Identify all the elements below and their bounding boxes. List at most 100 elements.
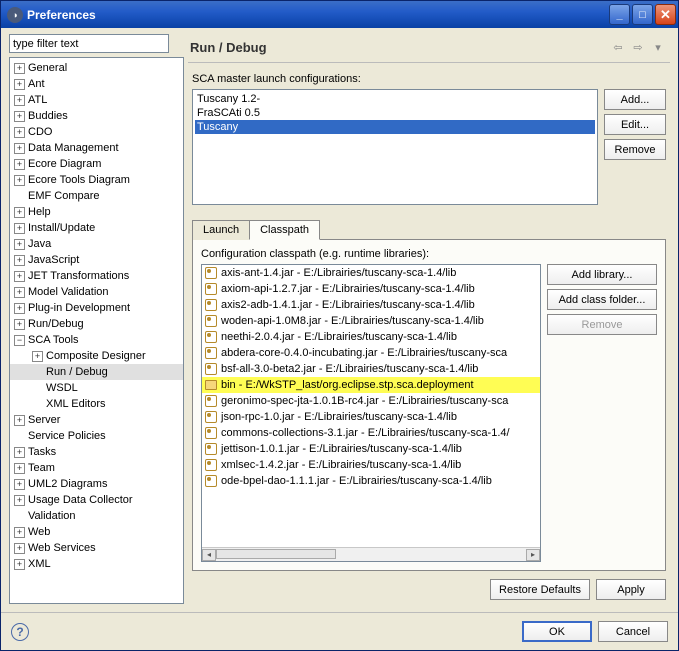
preferences-tree[interactable]: +General+Ant+ATL+Buddies+CDO+Data Manage… bbox=[9, 57, 184, 604]
add-library-button[interactable]: Add library... bbox=[547, 264, 657, 285]
classpath-item[interactable]: ode-bpel-dao-1.1.1.jar - E:/Librairies/t… bbox=[202, 473, 540, 489]
expand-icon[interactable]: + bbox=[14, 175, 25, 186]
classpath-item[interactable]: neethi-2.0.4.jar - E:/Librairies/tuscany… bbox=[202, 329, 540, 345]
edit-button[interactable]: Edit... bbox=[604, 114, 666, 135]
classpath-item[interactable]: xmlsec-1.4.2.jar - E:/Librairies/tuscany… bbox=[202, 457, 540, 473]
add-button[interactable]: Add... bbox=[604, 89, 666, 110]
tree-item[interactable]: +General bbox=[10, 60, 183, 76]
tree-item[interactable]: +CDO bbox=[10, 124, 183, 140]
tree-item[interactable]: +Ecore Tools Diagram bbox=[10, 172, 183, 188]
tree-item[interactable]: +UML2 Diagrams bbox=[10, 476, 183, 492]
expand-icon[interactable]: + bbox=[14, 127, 25, 138]
tree-item[interactable]: +ATL bbox=[10, 92, 183, 108]
scrollbar-thumb[interactable] bbox=[216, 549, 336, 559]
tree-item[interactable]: +Run/Debug bbox=[10, 316, 183, 332]
add-class-folder-button[interactable]: Add class folder... bbox=[547, 289, 657, 310]
expand-icon[interactable]: + bbox=[14, 159, 25, 170]
menu-icon[interactable]: ▾ bbox=[648, 38, 668, 56]
classpath-item[interactable]: json-rpc-1.0.jar - E:/Librairies/tuscany… bbox=[202, 409, 540, 425]
filter-input[interactable] bbox=[9, 34, 169, 53]
cancel-button[interactable]: Cancel bbox=[598, 621, 668, 642]
expand-icon[interactable]: + bbox=[14, 271, 25, 282]
close-button[interactable]: ✕ bbox=[655, 4, 676, 25]
classpath-item[interactable]: axis2-adb-1.4.1.jar - E:/Librairies/tusc… bbox=[202, 297, 540, 313]
expand-icon[interactable]: + bbox=[14, 463, 25, 474]
tree-item[interactable]: +Server bbox=[10, 412, 183, 428]
classpath-item[interactable]: bin - E:/WkSTP_last/org.eclipse.stp.sca.… bbox=[202, 377, 540, 393]
expand-icon[interactable]: + bbox=[14, 63, 25, 74]
expand-icon[interactable]: + bbox=[14, 223, 25, 234]
expand-icon[interactable]: + bbox=[14, 543, 25, 554]
help-icon[interactable]: ? bbox=[11, 623, 29, 641]
tree-item[interactable]: +JET Transformations bbox=[10, 268, 183, 284]
tree-item[interactable]: +Ant bbox=[10, 76, 183, 92]
tree-item[interactable]: +Team bbox=[10, 460, 183, 476]
restore-defaults-button[interactable]: Restore Defaults bbox=[490, 579, 590, 600]
forward-icon[interactable]: ⇨ bbox=[628, 38, 648, 56]
configs-list[interactable]: Tuscany 1.2-FraSCAti 0.5Tuscany bbox=[192, 89, 598, 205]
tree-item[interactable]: Validation bbox=[10, 508, 183, 524]
classpath-item[interactable]: bsf-all-3.0-beta2.jar - E:/Librairies/tu… bbox=[202, 361, 540, 377]
maximize-button[interactable]: □ bbox=[632, 4, 653, 25]
tree-item[interactable]: +Data Management bbox=[10, 140, 183, 156]
expand-icon[interactable]: + bbox=[14, 495, 25, 506]
expand-icon[interactable]: + bbox=[14, 111, 25, 122]
expand-icon[interactable]: + bbox=[14, 319, 25, 330]
tree-item[interactable]: +Install/Update bbox=[10, 220, 183, 236]
expand-icon[interactable]: + bbox=[14, 527, 25, 538]
tree-item[interactable]: +JavaScript bbox=[10, 252, 183, 268]
tree-item[interactable]: Run / Debug bbox=[10, 364, 183, 380]
tree-item[interactable]: +Ecore Diagram bbox=[10, 156, 183, 172]
tree-item[interactable]: +Plug-in Development bbox=[10, 300, 183, 316]
tree-item[interactable]: +Buddies bbox=[10, 108, 183, 124]
expand-icon[interactable]: + bbox=[14, 239, 25, 250]
classpath-item[interactable]: geronimo-spec-jta-1.0.1B-rc4.jar - E:/Li… bbox=[202, 393, 540, 409]
classpath-item[interactable]: jettison-1.0.1.jar - E:/Librairies/tusca… bbox=[202, 441, 540, 457]
config-item[interactable]: FraSCAti 0.5 bbox=[195, 106, 595, 120]
classpath-item[interactable]: commons-collections-3.1.jar - E:/Librair… bbox=[202, 425, 540, 441]
tree-item[interactable]: +Model Validation bbox=[10, 284, 183, 300]
expand-icon[interactable]: + bbox=[14, 255, 25, 266]
tree-item[interactable]: +Usage Data Collector bbox=[10, 492, 183, 508]
expand-icon[interactable]: + bbox=[14, 479, 25, 490]
horizontal-scrollbar[interactable]: ◂ ▸ bbox=[202, 547, 540, 561]
config-item[interactable]: Tuscany 1.2- bbox=[195, 92, 595, 106]
tree-item[interactable]: Service Policies bbox=[10, 428, 183, 444]
ok-button[interactable]: OK bbox=[522, 621, 592, 642]
minimize-button[interactable]: _ bbox=[609, 4, 630, 25]
expand-icon[interactable]: + bbox=[14, 303, 25, 314]
tree-item[interactable]: +Java bbox=[10, 236, 183, 252]
tree-item[interactable]: +Tasks bbox=[10, 444, 183, 460]
classpath-item[interactable]: axis-ant-1.4.jar - E:/Librairies/tuscany… bbox=[202, 265, 540, 281]
expand-icon[interactable]: + bbox=[14, 95, 25, 106]
tree-item[interactable]: XML Editors bbox=[10, 396, 183, 412]
tree-item[interactable]: +Web Services bbox=[10, 540, 183, 556]
tree-item[interactable]: +Help bbox=[10, 204, 183, 220]
remove-config-button[interactable]: Remove bbox=[604, 139, 666, 160]
tab-launch[interactable]: Launch bbox=[192, 220, 250, 240]
expand-icon[interactable]: − bbox=[14, 335, 25, 346]
classpath-item[interactable]: axiom-api-1.2.7.jar - E:/Librairies/tusc… bbox=[202, 281, 540, 297]
config-item[interactable]: Tuscany bbox=[195, 120, 595, 134]
expand-icon[interactable]: + bbox=[14, 559, 25, 570]
apply-button[interactable]: Apply bbox=[596, 579, 666, 600]
classpath-item[interactable]: woden-api-1.0M8.jar - E:/Librairies/tusc… bbox=[202, 313, 540, 329]
expand-icon[interactable]: + bbox=[14, 207, 25, 218]
classpath-list[interactable]: axis-ant-1.4.jar - E:/Librairies/tuscany… bbox=[202, 265, 540, 547]
tree-item[interactable]: +XML bbox=[10, 556, 183, 572]
expand-icon[interactable]: + bbox=[14, 79, 25, 90]
expand-icon[interactable]: + bbox=[14, 287, 25, 298]
expand-icon[interactable]: + bbox=[32, 351, 43, 362]
back-icon[interactable]: ⇦ bbox=[608, 38, 628, 56]
tree-item[interactable]: −SCA Tools bbox=[10, 332, 183, 348]
remove-classpath-button[interactable]: Remove bbox=[547, 314, 657, 335]
scroll-right-icon[interactable]: ▸ bbox=[526, 549, 540, 561]
tree-item[interactable]: +Web bbox=[10, 524, 183, 540]
expand-icon[interactable]: + bbox=[14, 415, 25, 426]
expand-icon[interactable]: + bbox=[14, 143, 25, 154]
expand-icon[interactable]: + bbox=[14, 447, 25, 458]
classpath-item[interactable]: abdera-core-0.4.0-incubating.jar - E:/Li… bbox=[202, 345, 540, 361]
tree-item[interactable]: EMF Compare bbox=[10, 188, 183, 204]
scroll-left-icon[interactable]: ◂ bbox=[202, 549, 216, 561]
tree-item[interactable]: WSDL bbox=[10, 380, 183, 396]
